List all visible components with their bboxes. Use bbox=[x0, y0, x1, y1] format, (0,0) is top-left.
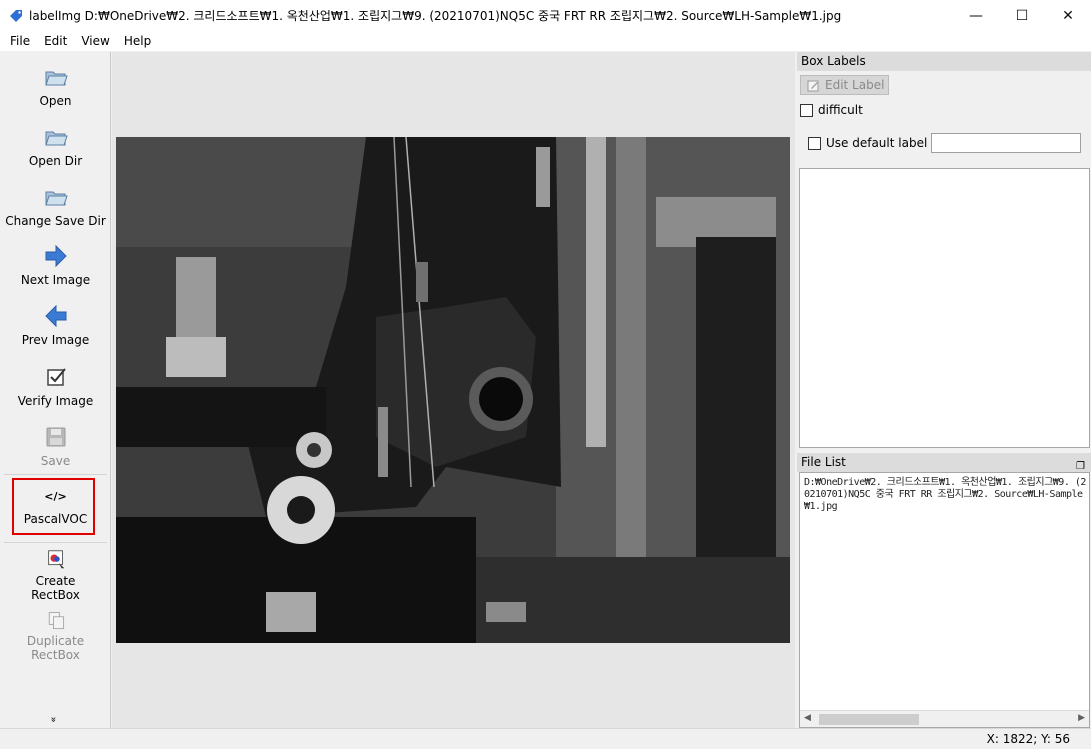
duplicate-rectbox-button[interactable]: Duplicate RectBox bbox=[0, 610, 111, 662]
title-bar: labelImg D:₩OneDrive₩2. 크리드소프트₩1. 옥천산업₩1… bbox=[0, 0, 1091, 31]
toolbar-separator bbox=[4, 474, 107, 475]
save-label: Save bbox=[40, 454, 71, 468]
right-dock: Box Labels Edit Label difficult Use defa… bbox=[797, 52, 1091, 728]
use-default-label-checkbox[interactable] bbox=[808, 136, 821, 150]
save-button[interactable]: Save bbox=[0, 424, 111, 468]
create-rectbox-label-2: RectBox bbox=[31, 588, 80, 602]
open-button[interactable]: Open bbox=[0, 64, 111, 108]
open-label: Open bbox=[39, 94, 72, 108]
app-tag-icon bbox=[10, 9, 22, 22]
toolbar-extension-icon[interactable]: » bbox=[48, 716, 59, 722]
file-list-title: File List ❐ bbox=[797, 453, 1091, 472]
menu-edit[interactable]: Edit bbox=[37, 34, 74, 48]
file-list[interactable]: D:₩OneDrive₩2. 크리드소프트₩1. 옥천산업₩1. 조립지그₩9.… bbox=[799, 472, 1090, 728]
menu-file[interactable]: File bbox=[3, 34, 37, 48]
folder-open-icon bbox=[44, 191, 68, 206]
menu-bar: File Edit View Help bbox=[0, 31, 1091, 51]
open-dir-button[interactable]: Open Dir bbox=[0, 124, 111, 168]
menu-view[interactable]: View bbox=[74, 34, 116, 48]
edit-label-button[interactable]: Edit Label bbox=[800, 75, 889, 95]
scrollbar-thumb[interactable] bbox=[819, 714, 919, 725]
change-save-dir-label: Change Save Dir bbox=[5, 214, 106, 228]
difficult-checkbox[interactable] bbox=[800, 103, 813, 117]
next-image-label: Next Image bbox=[20, 273, 91, 287]
file-list-title-text: File List bbox=[801, 455, 846, 469]
menu-help[interactable]: Help bbox=[117, 34, 158, 48]
prev-image-button[interactable]: Prev Image bbox=[0, 303, 111, 347]
default-label-input[interactable] bbox=[931, 133, 1081, 153]
verify-image-label: Verify Image bbox=[17, 394, 94, 408]
box-labels-title: Box Labels bbox=[797, 52, 1091, 71]
folder-open-icon bbox=[44, 131, 68, 146]
scroll-left-icon[interactable]: ◀ bbox=[804, 713, 811, 723]
difficult-label: difficult bbox=[818, 103, 863, 117]
window-title: labelImg D:₩OneDrive₩2. 크리드소프트₩1. 옥천산업₩1… bbox=[29, 9, 842, 23]
copy-icon bbox=[48, 612, 64, 630]
cursor-coordinates: X: 1822; Y: 56 bbox=[986, 732, 1070, 746]
arrow-left-icon bbox=[44, 304, 66, 328]
change-save-dir-button[interactable]: Change Save Dir bbox=[0, 184, 111, 228]
minimize-button[interactable]: — bbox=[953, 0, 999, 31]
status-bar: X: 1822; Y: 56 bbox=[0, 728, 1091, 749]
close-button[interactable]: ✕ bbox=[1045, 0, 1091, 31]
create-rectbox-button[interactable]: Create RectBox bbox=[0, 548, 111, 602]
left-toolbar: Open Open Dir Change Save Dir Next Image… bbox=[0, 52, 111, 728]
toolbar-separator bbox=[4, 542, 107, 543]
highlight-box bbox=[12, 478, 95, 535]
use-default-label-row[interactable]: Use default label bbox=[808, 136, 927, 150]
folder-open-icon bbox=[44, 71, 68, 86]
duplicate-rectbox-label-2: RectBox bbox=[31, 648, 80, 662]
duplicate-rectbox-label-1: Duplicate bbox=[26, 634, 85, 648]
arrow-right-icon bbox=[45, 244, 67, 268]
draw-rect-icon bbox=[47, 550, 64, 569]
prev-image-label: Prev Image bbox=[21, 333, 90, 347]
list-item[interactable]: D:₩OneDrive₩2. 크리드소프트₩1. 옥천산업₩1. 조립지그₩9.… bbox=[804, 477, 1086, 513]
image-canvas[interactable] bbox=[112, 52, 795, 728]
next-image-button[interactable]: Next Image bbox=[0, 243, 111, 287]
maximize-button[interactable]: ☐ bbox=[999, 0, 1045, 31]
edit-label-text: Edit Label bbox=[825, 78, 885, 92]
use-default-label-text: Use default label bbox=[826, 136, 928, 150]
create-rectbox-label-1: Create bbox=[35, 574, 76, 588]
checkbox-checked-icon bbox=[46, 368, 66, 386]
edit-pencil-icon bbox=[807, 80, 819, 91]
label-list[interactable] bbox=[799, 168, 1090, 448]
loaded-image[interactable] bbox=[116, 137, 790, 643]
scroll-right-icon[interactable]: ▶ bbox=[1078, 713, 1085, 723]
horizontal-scrollbar[interactable]: ◀ ▶ bbox=[800, 710, 1089, 727]
floppy-disk-icon bbox=[46, 427, 65, 447]
open-dir-label: Open Dir bbox=[28, 154, 83, 168]
verify-image-button[interactable]: Verify Image bbox=[0, 364, 111, 408]
difficult-checkbox-row[interactable]: difficult bbox=[800, 103, 863, 117]
